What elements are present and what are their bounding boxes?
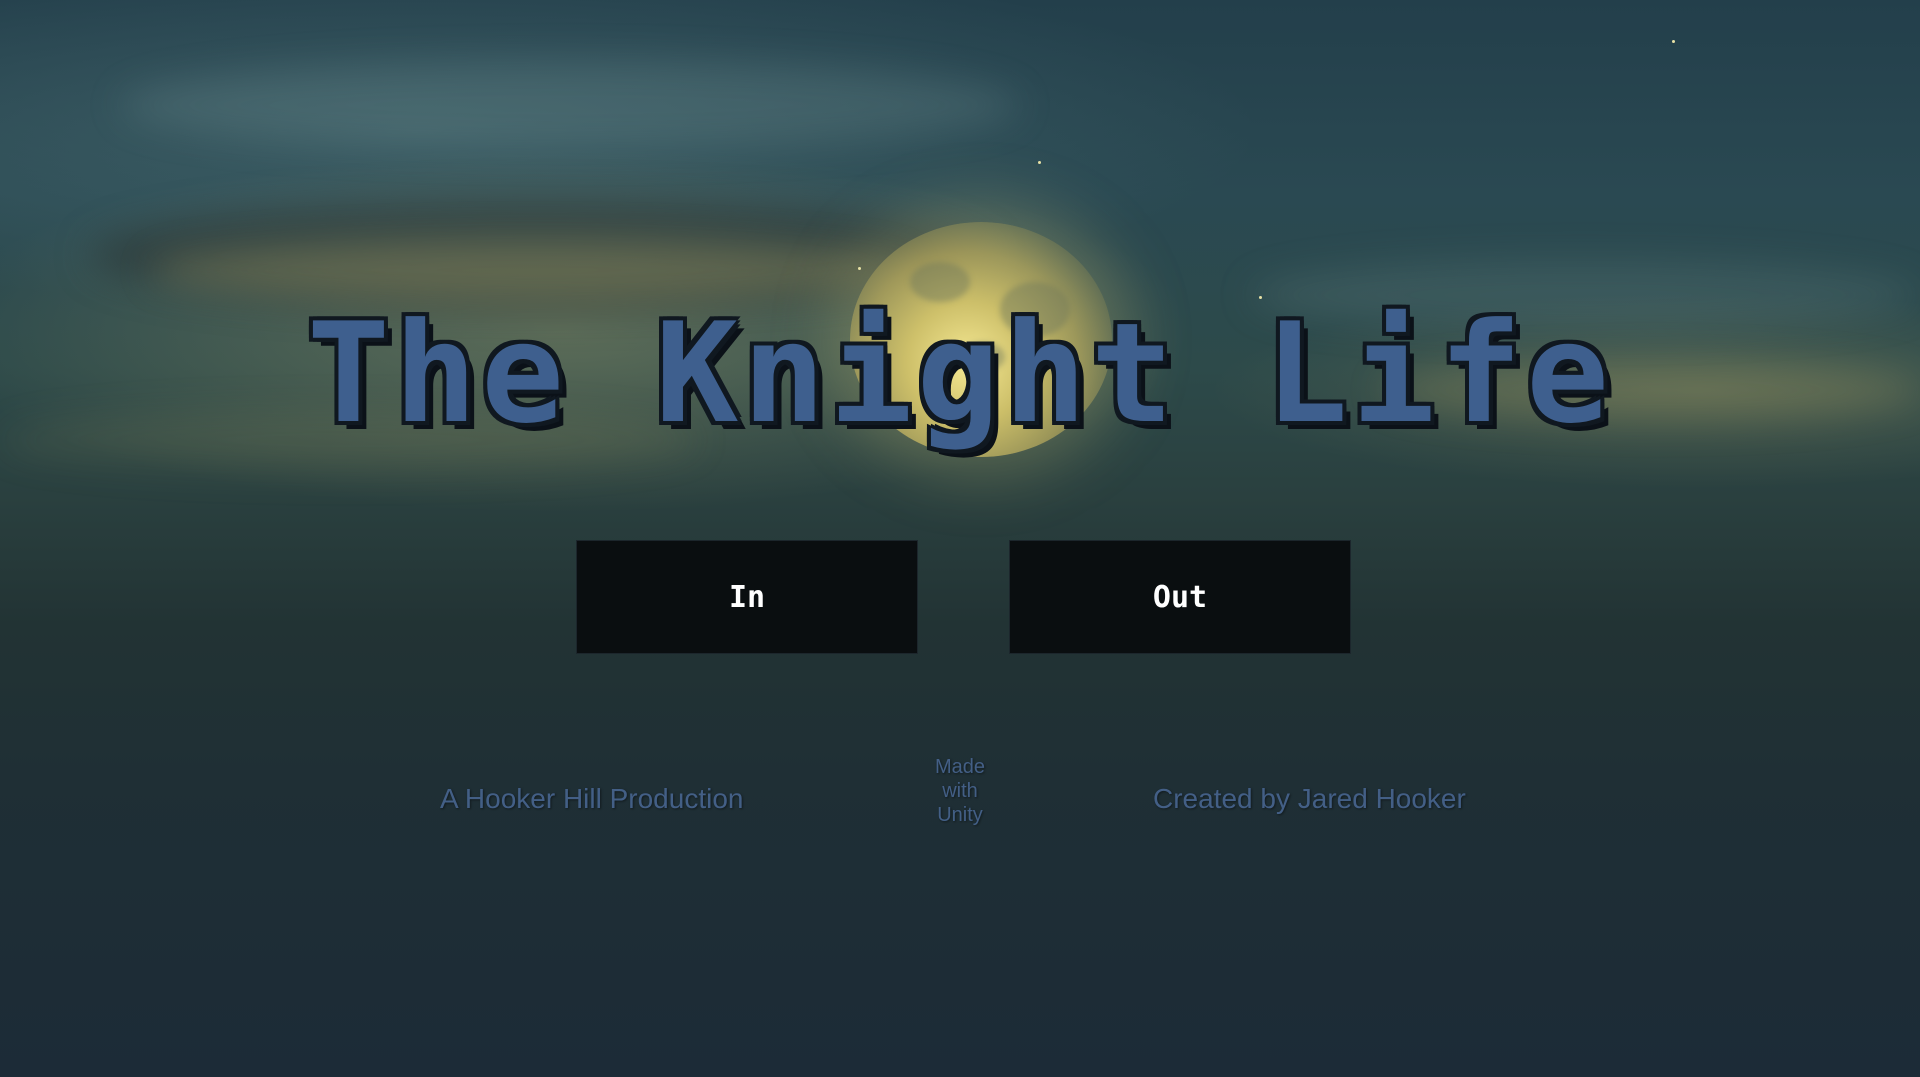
- made-with-line: Unity: [937, 804, 983, 826]
- production-credit: A Hooker Hill Production: [440, 783, 744, 814]
- game-title: The Knight Life: [306, 293, 1614, 454]
- creator-credit: Created by Jared Hooker: [1153, 783, 1466, 814]
- made-with-line: Made: [934, 756, 986, 778]
- made-with-unity-badge: Made with Unity: [900, 755, 1020, 827]
- made-with-line: with: [942, 780, 978, 802]
- out-button[interactable]: Out: [1009, 540, 1351, 654]
- out-button-label: Out: [1152, 579, 1208, 615]
- star: [1038, 161, 1041, 164]
- cloud: [150, 240, 910, 300]
- cloud: [120, 60, 1020, 150]
- in-button-label: In: [728, 579, 766, 615]
- star: [858, 267, 861, 270]
- star: [1672, 40, 1675, 43]
- in-button[interactable]: In: [576, 540, 918, 654]
- title-screen: The Knight Life In Out A Hooker Hill Pro…: [0, 0, 1920, 1077]
